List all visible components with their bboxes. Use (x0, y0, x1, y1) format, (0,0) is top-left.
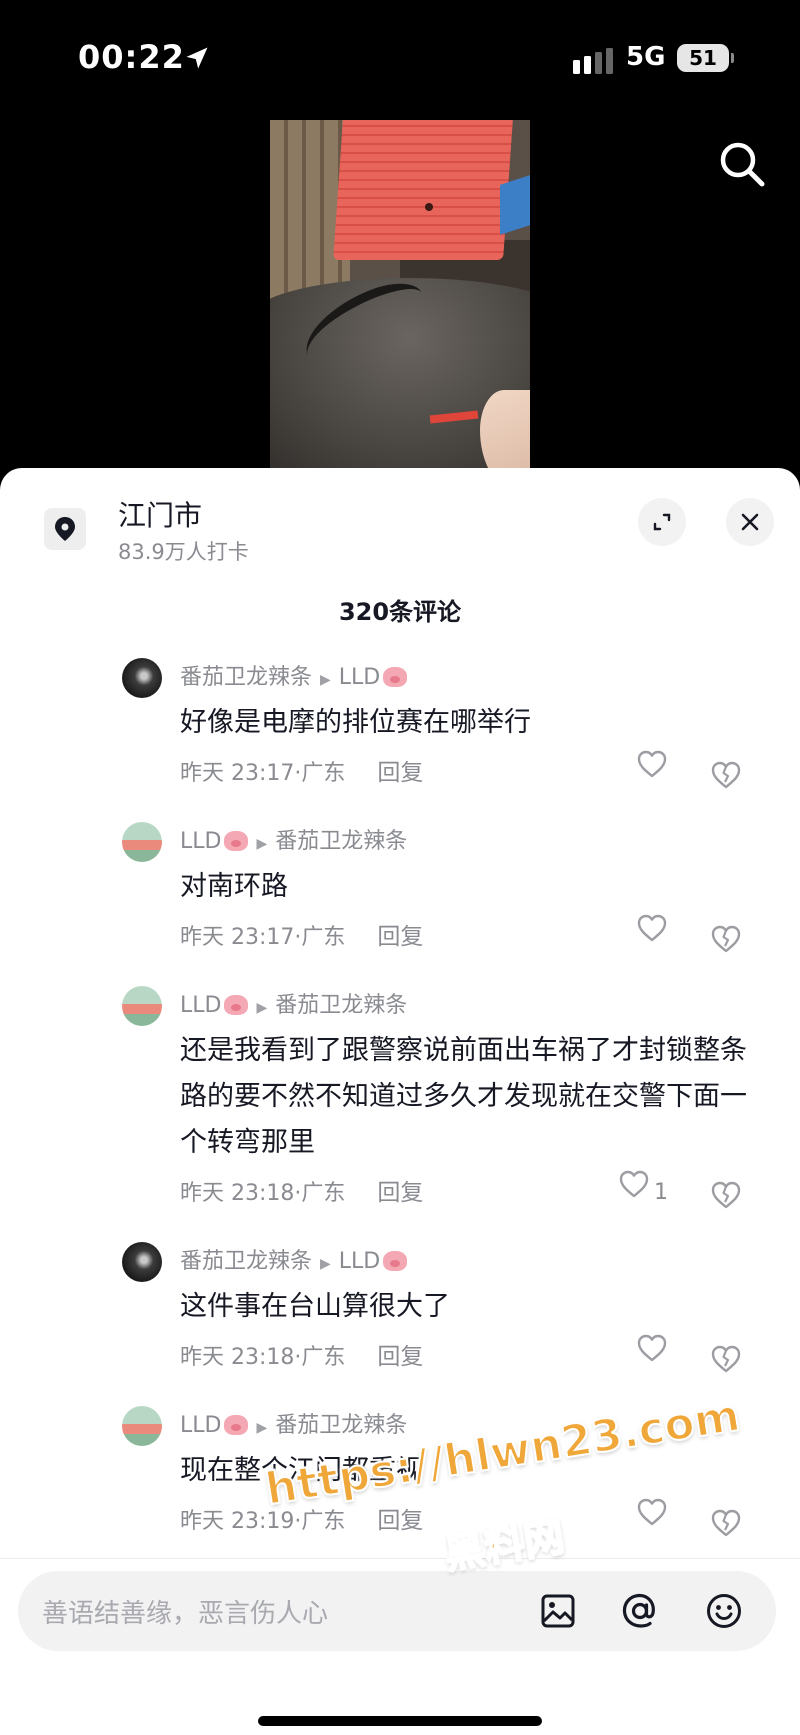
avatar[interactable] (122, 986, 162, 1026)
location-arrow-icon (186, 47, 208, 69)
comment-text: 对南环路 (180, 871, 288, 902)
like-button[interactable] (636, 750, 668, 789)
comment-time: 昨天 23:18·广东 (180, 1345, 346, 1370)
comment-username[interactable]: LLD (180, 1413, 221, 1438)
dislike-heart-icon[interactable] (710, 921, 742, 975)
video-hand (480, 390, 530, 470)
like-button[interactable] (636, 914, 668, 953)
reply-arrow-icon: ▶ (256, 1000, 268, 1016)
search-icon[interactable] (716, 138, 768, 190)
comment-username[interactable]: 番茄卫龙辣条 (180, 665, 312, 690)
avatar[interactable] (122, 1406, 162, 1446)
comment-meta: 昨天 23:18·广东 回复 (180, 1330, 760, 1384)
emoji-icon[interactable] (702, 1589, 746, 1633)
comment-username[interactable]: LLD (180, 993, 221, 1018)
image-icon[interactable] (536, 1589, 580, 1633)
like-button[interactable] (636, 1498, 668, 1537)
comment-item: 番茄卫龙辣条 ▶ LLD 这件事在台山算很大了昨天 23:18·广东 回复 (0, 1242, 800, 1384)
comment-text: 好像是电摩的排位赛在哪举行 (180, 707, 531, 738)
comment-item: 番茄卫龙辣条 ▶ LLD 好像是电摩的排位赛在哪举行昨天 23:17·广东 回复 (0, 658, 800, 800)
heart-icon (636, 746, 668, 800)
comment-username-row: LLD ▶ 番茄卫龙辣条 (180, 986, 760, 1026)
comment-item: LLD ▶ 番茄卫龙辣条还是我看到了跟警察说前面出车祸了才封锁整条路的要不然不知道过… (0, 986, 800, 1220)
dislike-heart-icon[interactable] (710, 1177, 742, 1231)
comment-username[interactable]: 番茄卫龙辣条 (180, 1249, 312, 1274)
dislike-heart-icon[interactable] (710, 1341, 742, 1395)
comment-text: 这件事在台山算很大了 (180, 1291, 450, 1322)
avatar[interactable] (122, 1242, 162, 1282)
like-button[interactable] (636, 1334, 668, 1373)
status-bar: 00:22 5G 51 (0, 0, 800, 120)
comment-username[interactable]: LLD (180, 829, 221, 854)
heart-icon (636, 1330, 668, 1384)
reply-arrow-icon: ▶ (256, 1420, 268, 1436)
status-time: 00:22 (78, 38, 185, 76)
at-icon[interactable] (618, 1589, 662, 1633)
comment-text: 还是我看到了跟警察说前面出车祸了才封锁整条路的要不然不知道过多久才发现就在交警下… (180, 1035, 747, 1158)
reply-arrow-icon: ▶ (320, 1256, 331, 1272)
heart-icon (618, 1166, 650, 1220)
dislike-heart-icon[interactable] (710, 1505, 742, 1538)
comment-meta: 昨天 23:17·广东 回复 (180, 910, 760, 964)
pig-emoji-icon (383, 667, 408, 687)
heart-icon (636, 1494, 668, 1538)
comment-input[interactable]: 善语结善缘，恶言伤人心 (42, 1593, 328, 1630)
comment-reply-to[interactable]: 番茄卫龙辣条 (275, 993, 407, 1018)
heart-icon (636, 910, 668, 964)
comment-reply-to[interactable]: 番茄卫龙辣条 (275, 1413, 407, 1438)
like-button[interactable]: 1 (618, 1170, 668, 1209)
comment-meta: 昨天 23:18·广东 回复 1 (180, 1166, 760, 1220)
pig-emoji-icon (383, 1251, 408, 1271)
close-icon (741, 513, 759, 531)
comment-sheet: 江门市 83.9万人打卡 320条评论 番茄卫龙辣条 ▶ LLD 好像是电摩的排位赛在… (0, 468, 800, 1735)
avatar[interactable] (122, 822, 162, 862)
reply-button[interactable]: 回复 (377, 1344, 423, 1370)
battery-level: 51 (677, 44, 729, 72)
pig-emoji-icon (224, 995, 249, 1015)
input-divider (0, 1558, 800, 1559)
comment-time: 昨天 23:17·广东 (180, 761, 346, 786)
pig-emoji-icon (224, 1415, 249, 1435)
expand-icon (653, 513, 671, 531)
comment-input-bar[interactable]: 善语结善缘，恶言伤人心 (18, 1571, 776, 1651)
reply-button[interactable]: 回复 (377, 760, 423, 786)
reply-arrow-icon: ▶ (256, 836, 268, 852)
comment-time: 昨天 23:17·广东 (180, 925, 346, 950)
comment-username-row: 番茄卫龙辣条 ▶ LLD (180, 1242, 760, 1282)
network-type: 5G (626, 42, 666, 72)
comment-username-row: 番茄卫龙辣条 ▶ LLD (180, 658, 760, 698)
comment-count: 320条评论 (338, 598, 462, 626)
location-checkins: 83.9万人打卡 (118, 540, 249, 564)
like-count: 1 (654, 1180, 668, 1205)
comment-item: LLD ▶ 番茄卫龙辣条对南环路昨天 23:17·广东 回复 (0, 822, 800, 964)
reply-button[interactable]: 回复 (377, 1180, 423, 1206)
location-name[interactable]: 江门市 (118, 494, 202, 534)
reply-button[interactable]: 回复 (377, 924, 423, 950)
dislike-heart-icon[interactable] (710, 757, 742, 811)
comment-time: 昨天 23:18·广东 (180, 1181, 346, 1206)
close-button[interactable] (726, 498, 774, 546)
comment-reply-to[interactable]: LLD (339, 1249, 380, 1274)
avatar[interactable] (122, 658, 162, 698)
battery-nub (731, 53, 734, 63)
pig-emoji-icon (224, 831, 249, 851)
home-indicator[interactable] (258, 1716, 542, 1726)
signal-icon (573, 48, 613, 74)
comment-meta: 昨天 23:17·广东 回复 (180, 746, 760, 800)
video-blue-tape (500, 175, 530, 235)
reply-arrow-icon: ▶ (320, 672, 331, 688)
video-box-hole (425, 203, 433, 211)
expand-button[interactable] (638, 498, 686, 546)
comment-reply-to[interactable]: 番茄卫龙辣条 (275, 829, 407, 854)
comment-time: 昨天 23:19·广东 (180, 1509, 346, 1534)
location-pin-icon (44, 508, 86, 550)
video-red-box (333, 120, 513, 260)
comment-reply-to[interactable]: LLD (339, 665, 380, 690)
video-thumbnail[interactable] (270, 120, 530, 470)
reply-button[interactable]: 回复 (377, 1508, 423, 1534)
comment-username-row: LLD ▶ 番茄卫龙辣条 (180, 822, 760, 862)
